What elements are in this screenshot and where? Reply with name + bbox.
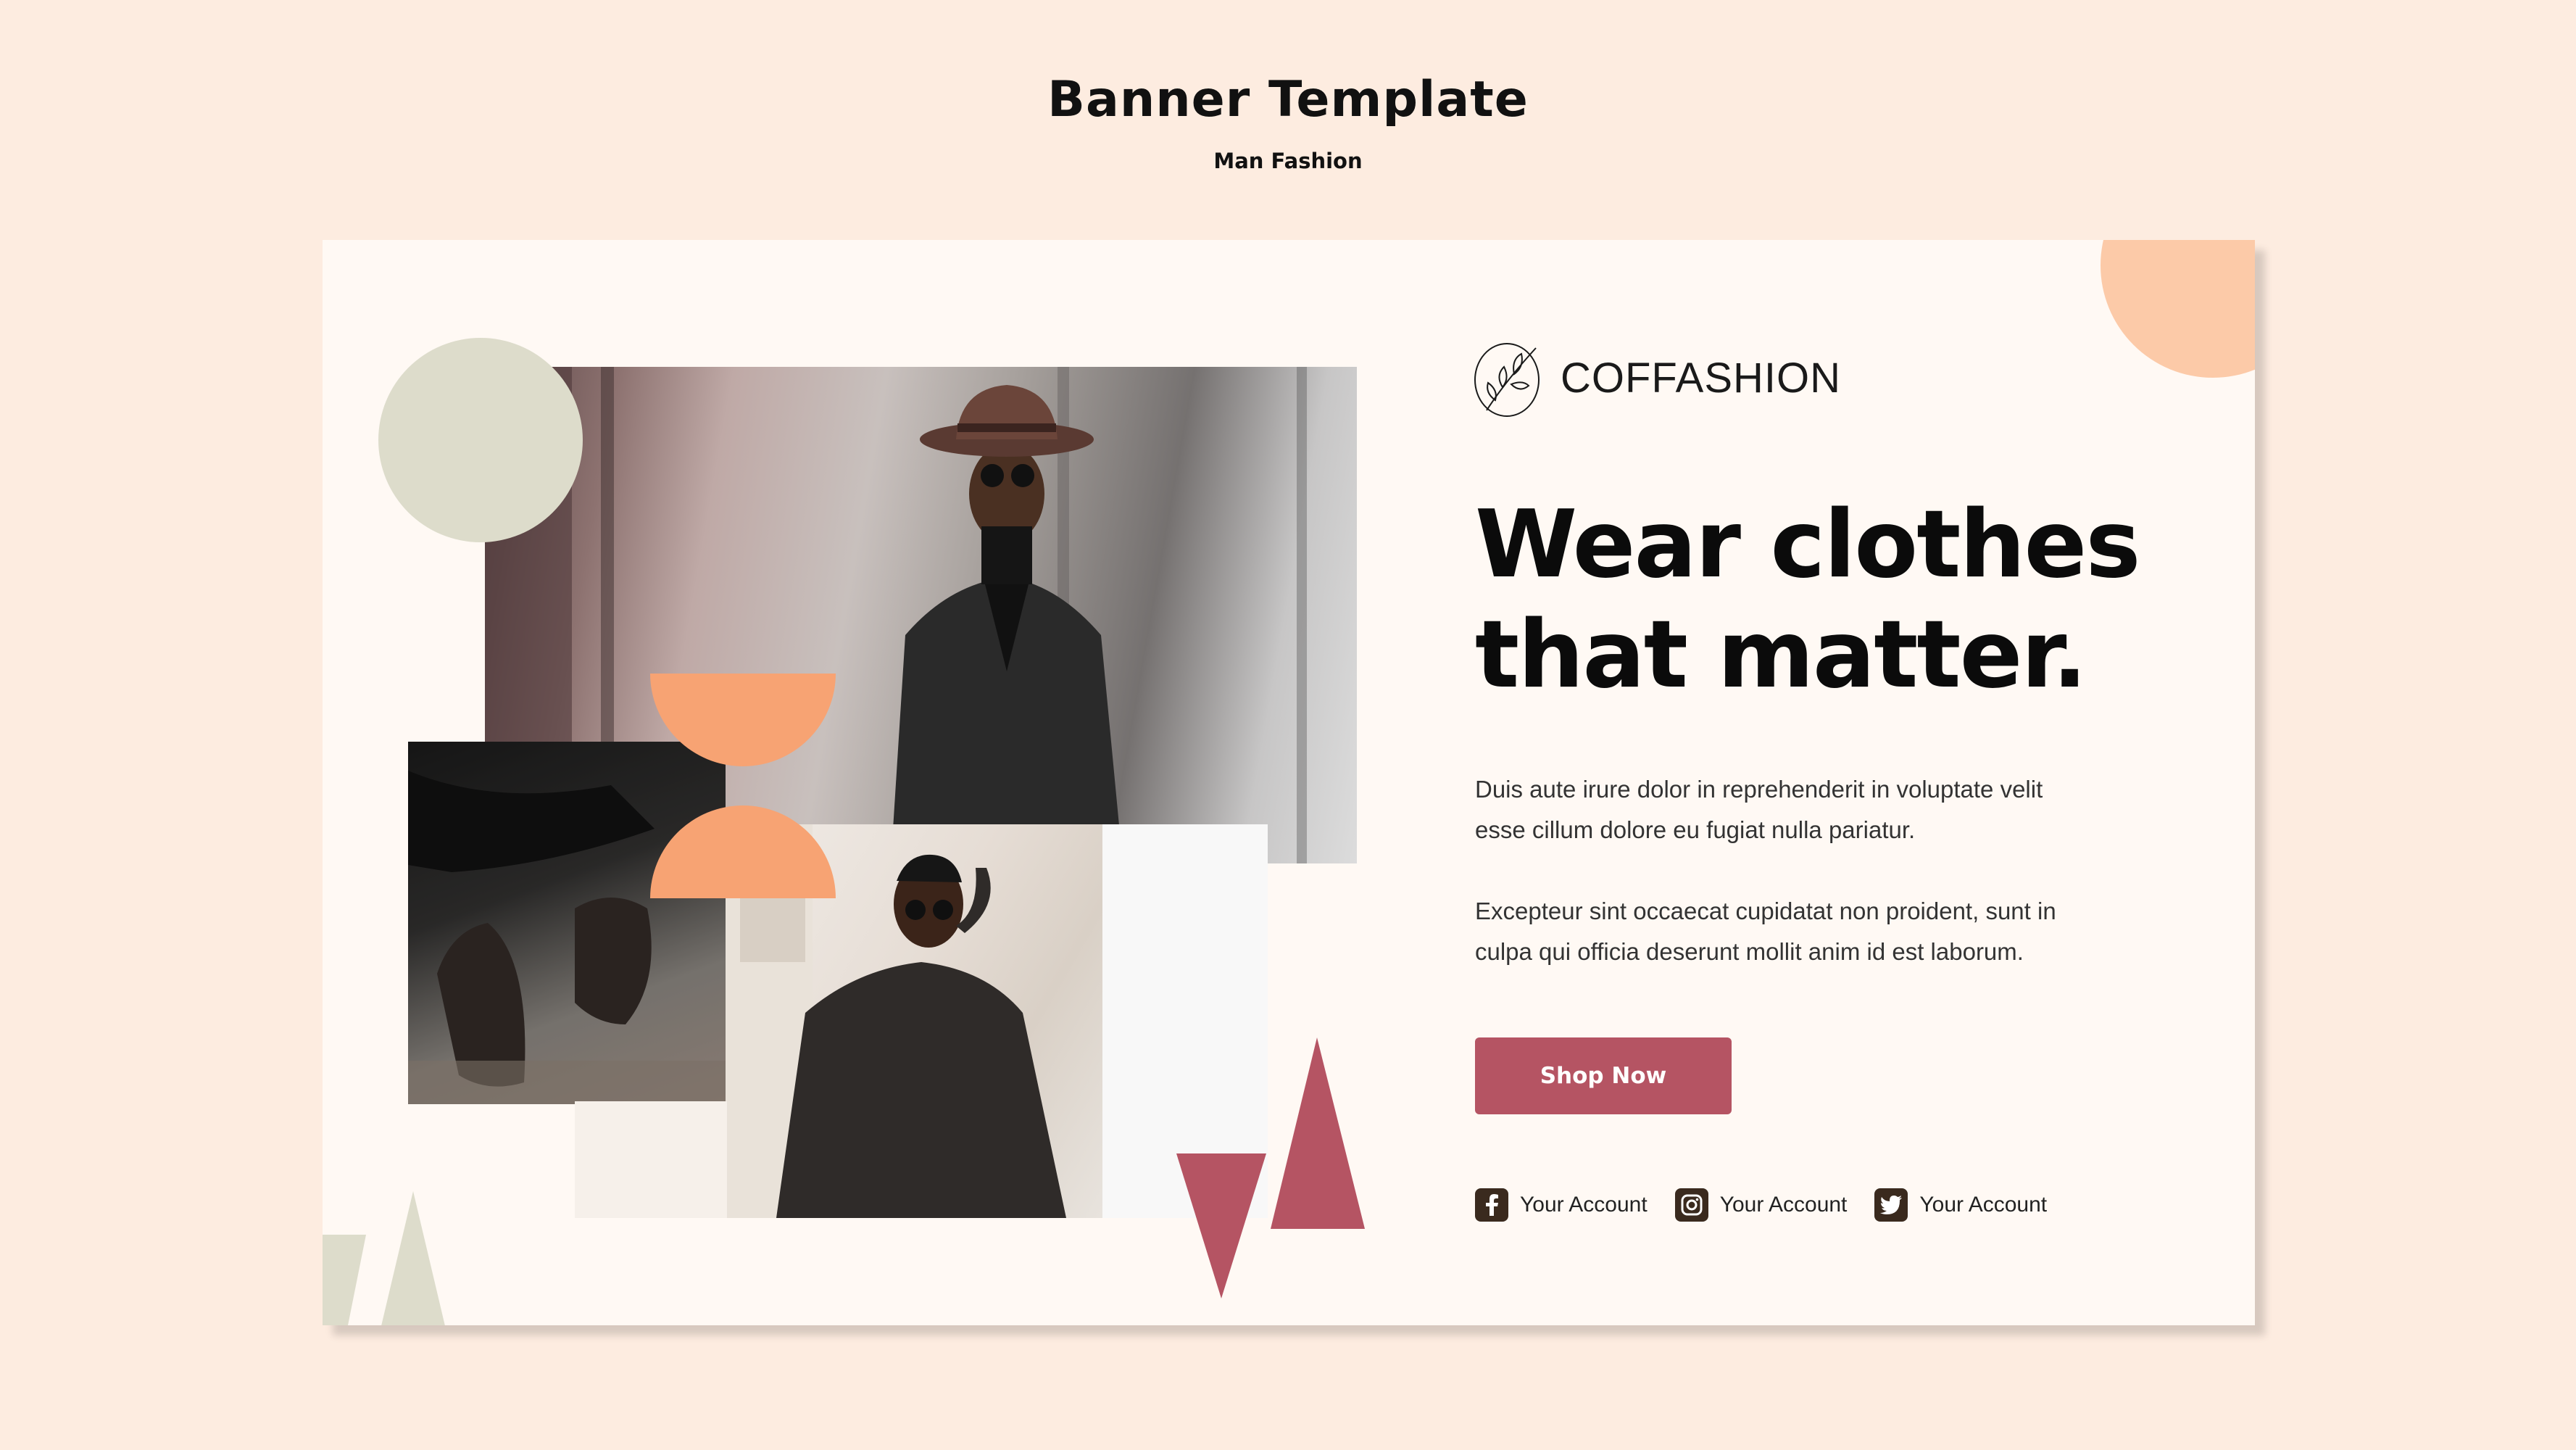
page-subtitle: Man Fashion [1213,149,1363,173]
body-paragraph-1: Duis aute irure dolor in reprehenderit i… [1475,769,2127,850]
brand-name: COFFASHION [1561,354,1842,402]
facebook-icon [1475,1188,1508,1222]
photo-shadow-panel [575,1101,727,1218]
social-link-instagram[interactable]: Your Account [1674,1188,1848,1222]
leaf-logo-icon [1474,343,1540,417]
instagram-icon [1674,1188,1708,1222]
social-label-twitter: Your Account [1919,1193,2048,1217]
shop-now-button[interactable]: Shop Now [1475,1037,1732,1114]
headline-line-1: Wear clothes [1475,491,2140,599]
sage-circle-decoration [378,338,583,542]
paragraph-1-line-2: esse cillum dolore eu fugiat nulla paria… [1475,816,1916,843]
body-paragraph-2: Excepteur sint occaecat cupidatat non pr… [1475,891,2127,972]
rose-triangles-decoration [1176,1037,1365,1298]
peach-circle-decoration [2101,240,2255,378]
social-link-twitter[interactable]: Your Account [1874,1188,2047,1222]
banner-card: COFFASHION Wear clothes that matter. Dui… [323,240,2255,1325]
social-label-instagram: Your Account [1719,1193,1848,1217]
twitter-icon [1874,1188,1908,1222]
paragraph-1-line-1: Duis aute irure dolor in reprehenderit i… [1475,776,2043,803]
social-label-facebook: Your Account [1520,1193,1648,1217]
headline-line-2: that matter. [1475,601,2087,709]
brand: COFFASHION [1474,338,1841,418]
paragraph-2-line-2: culpa qui officia deserunt mollit anim i… [1475,938,2024,965]
social-links: Your Account Your Account Your Account [1475,1188,2047,1222]
social-link-facebook[interactable]: Your Account [1475,1188,1648,1222]
page-title: Banner Template [1047,71,1529,128]
headline: Wear clothes that matter. [1475,490,2200,710]
sage-triangles-decoration [323,1191,445,1325]
paragraph-2-line-1: Excepteur sint occaecat cupidatat non pr… [1475,898,2056,924]
orange-half-circles-decoration [650,674,836,898]
